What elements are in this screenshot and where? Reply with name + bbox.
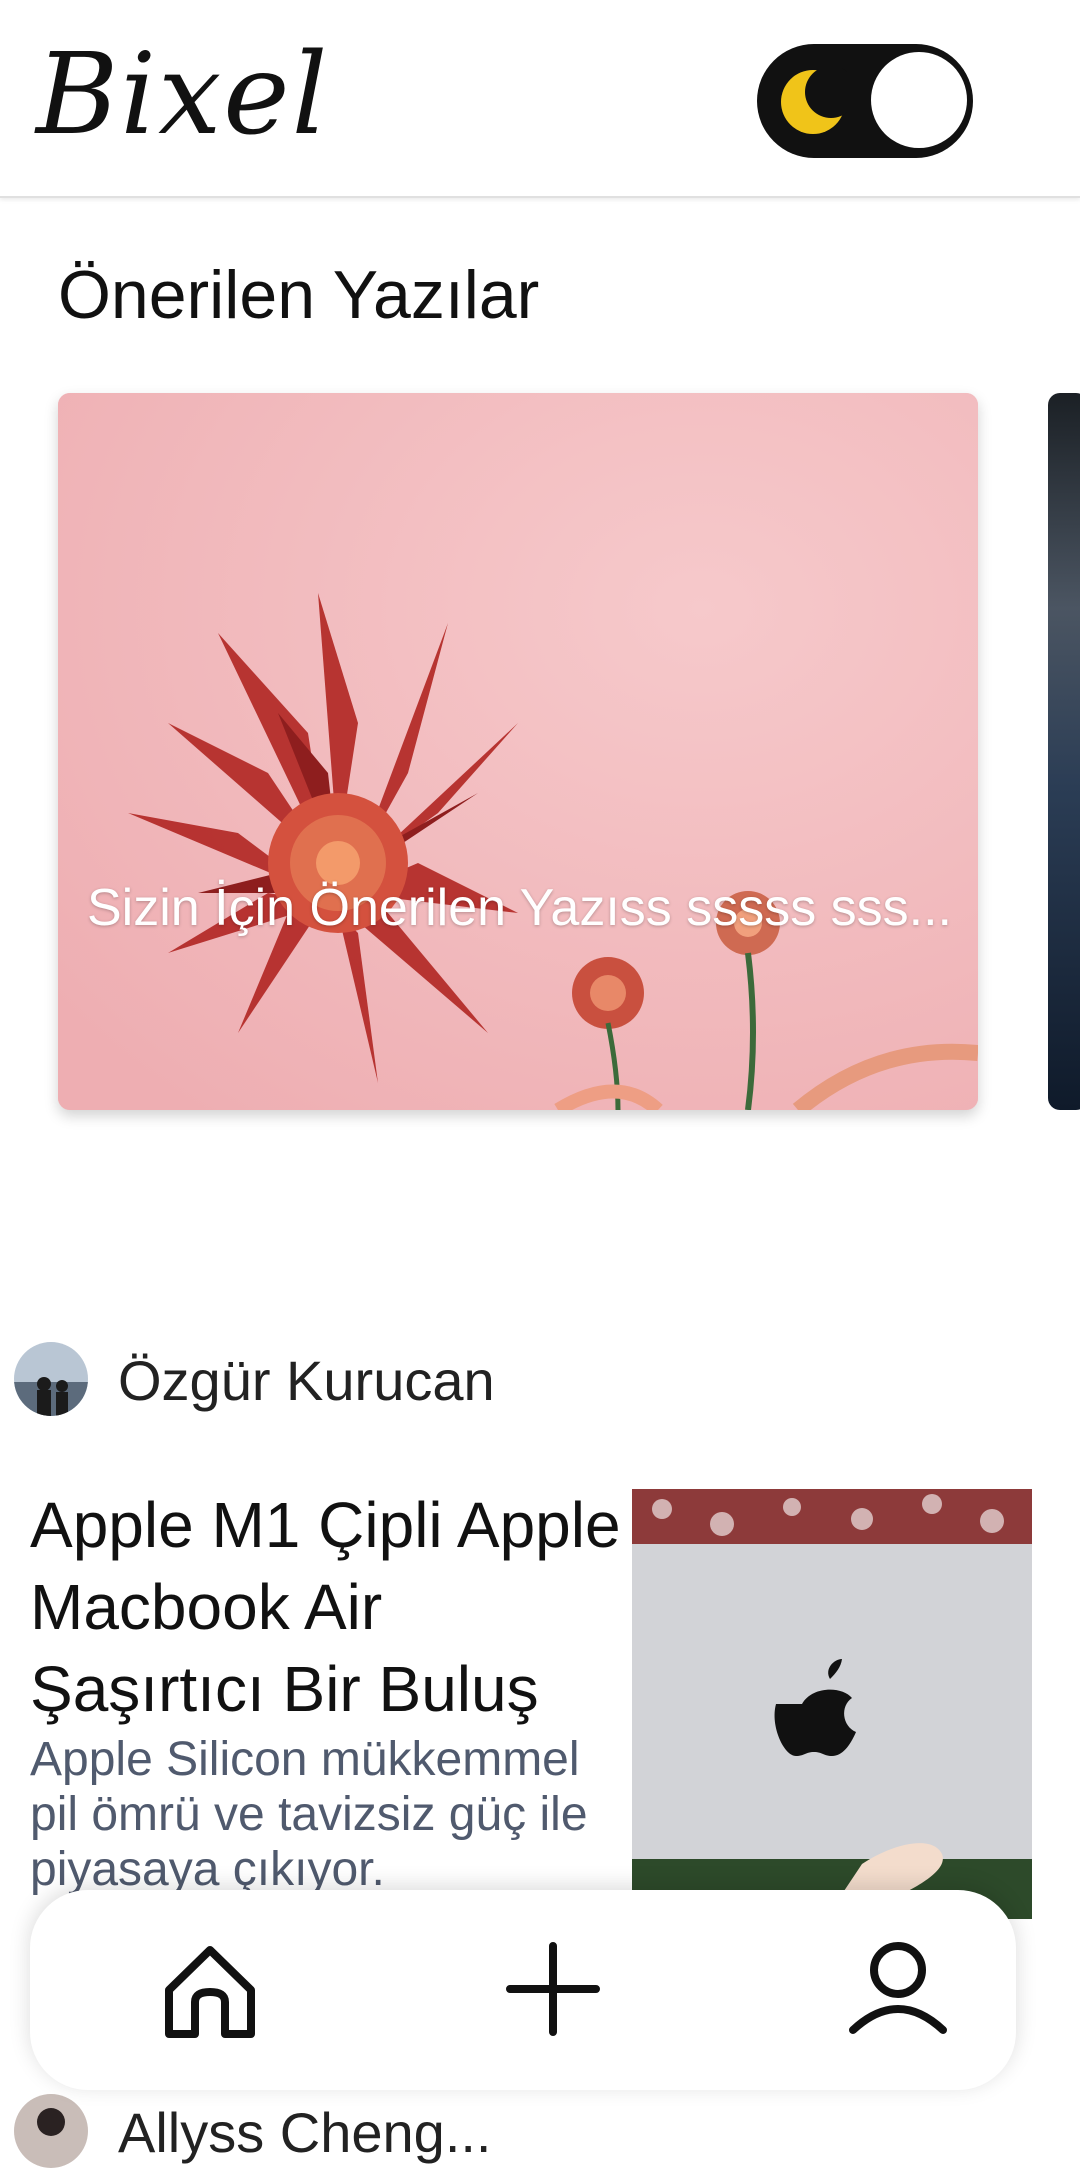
- author-name-2: Allyss Cheng...: [118, 2101, 492, 2164]
- nav-add-button[interactable]: [498, 1934, 608, 2044]
- post-title[interactable]: Apple M1 Çipli Apple Macbook Air Şaşırtı…: [30, 1484, 630, 1730]
- post-thumbnail[interactable]: [632, 1489, 1032, 1919]
- post-description: Apple Silicon mükkemmel pil ömrü ve tavi…: [30, 1733, 588, 1896]
- author-avatar-2: [14, 2094, 88, 2168]
- featured-card[interactable]: Sizin İçin Önerilen Yazıss sssss sss...: [58, 393, 978, 1110]
- moon-icon: [781, 68, 847, 134]
- featured-card-title: Sizin İçin Önerilen Yazıss sssss sss...: [87, 879, 953, 937]
- nav-profile-button[interactable]: [843, 1934, 953, 2044]
- user-icon: [849, 1942, 947, 2034]
- next-card-peek[interactable]: [1048, 393, 1080, 1110]
- toggle-knob: [871, 52, 967, 148]
- flower-image: [58, 393, 978, 1110]
- bottom-navigation: [30, 1890, 1016, 2090]
- macbook-image: [632, 1489, 1032, 1919]
- author-avatar: [14, 1342, 88, 1416]
- app-logo[interactable]: Bixel: [36, 20, 329, 170]
- nav-home-button[interactable]: [155, 1934, 265, 2044]
- app-header: Bixel: [0, 0, 1080, 198]
- author-name: Özgür Kurucan: [118, 1349, 495, 1412]
- home-icon: [165, 1946, 255, 2038]
- section-title: Önerilen Yazılar: [58, 257, 540, 333]
- next-card-image: [1048, 393, 1080, 1110]
- plus-icon: [506, 1942, 600, 2036]
- theme-toggle[interactable]: [757, 44, 973, 158]
